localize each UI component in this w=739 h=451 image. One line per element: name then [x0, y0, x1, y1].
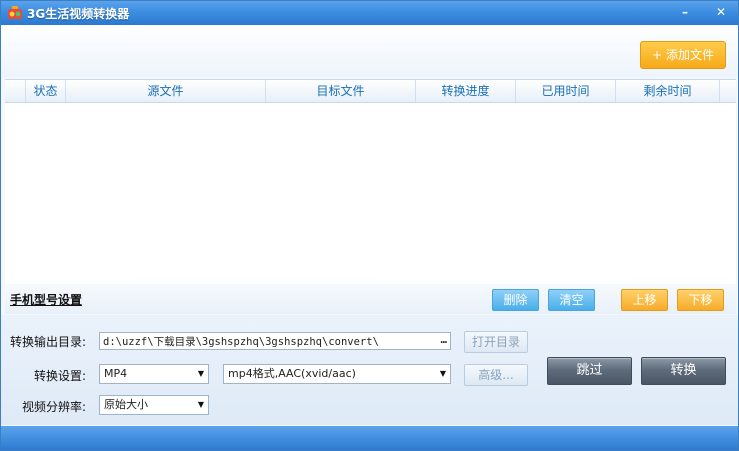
format-select[interactable]: MP4 ▼ — [99, 364, 209, 384]
header-end — [719, 80, 736, 102]
codec-value: mp4格式,AAC(xvid/aac) — [228, 367, 356, 380]
output-dir-field[interactable]: d:\uzzf\下载目录\3gshspzhq\3gshspzhq\convert… — [99, 332, 451, 350]
codec-select[interactable]: mp4格式,AAC(xvid/aac) ▼ — [223, 364, 451, 384]
browse-icon[interactable]: … — [441, 333, 447, 349]
add-file-label: 添加文件 — [665, 48, 714, 62]
output-dir-label: 转换输出目录: — [10, 335, 87, 349]
app-logo-icon — [8, 6, 22, 19]
minimize-button[interactable]: – — [676, 4, 694, 20]
table-body[interactable] — [5, 103, 736, 283]
chevron-down-icon: ▼ — [439, 369, 446, 378]
convert-button[interactable]: 转换 — [641, 357, 726, 385]
device-model-settings-link[interactable]: 手机型号设置 — [10, 291, 82, 308]
clear-button[interactable]: 清空 — [548, 289, 595, 311]
close-button[interactable]: ✕ — [712, 4, 730, 20]
column-remaining-time[interactable]: 剩余时间 — [615, 80, 719, 102]
resolution-value: 原始大小 — [104, 398, 148, 411]
delete-button[interactable]: 删除 — [492, 289, 539, 311]
column-elapsed-time[interactable]: 已用时间 — [515, 80, 615, 102]
resolution-label: 视频分辨率: — [22, 400, 87, 414]
advanced-button[interactable]: 高级... — [464, 364, 528, 386]
plus-icon: + — [652, 48, 663, 62]
chevron-down-icon: ▼ — [197, 400, 204, 409]
status-bar — [1, 426, 738, 450]
column-target-file[interactable]: 目标文件 — [265, 80, 415, 102]
open-dir-button[interactable]: 打开目录 — [464, 331, 528, 353]
window-title: 3G生活视频转换器 — [27, 7, 130, 21]
toolbar: + 添加文件 — [1, 25, 738, 77]
resolution-select[interactable]: 原始大小 ▼ — [99, 395, 209, 415]
header-spacer — [5, 80, 25, 102]
title-bar[interactable]: 3G生活视频转换器 – ✕ — [1, 1, 738, 25]
move-up-button[interactable]: 上移 — [621, 289, 668, 311]
convert-settings-label: 转换设置: — [34, 369, 87, 383]
settings-panel: 转换输出目录: d:\uzzf\下载目录\3gshspzhq\3gshspzhq… — [1, 315, 738, 425]
move-down-button[interactable]: 下移 — [677, 289, 724, 311]
column-status[interactable]: 状态 — [25, 80, 65, 102]
column-progress[interactable]: 转换进度 — [415, 80, 515, 102]
format-value: MP4 — [104, 367, 128, 380]
chevron-down-icon: ▼ — [197, 369, 204, 378]
column-source-file[interactable]: 源文件 — [65, 80, 265, 102]
file-table: 状态 源文件 目标文件 转换进度 已用时间 剩余时间 — [5, 79, 736, 285]
skip-button[interactable]: 跳过 — [547, 357, 632, 385]
app-window: 3G生活视频转换器 – ✕ + 添加文件 状态 源文件 目标文件 转换进度 已用… — [0, 0, 739, 451]
table-header: 状态 源文件 目标文件 转换进度 已用时间 剩余时间 — [5, 80, 736, 103]
add-file-button[interactable]: + 添加文件 — [640, 41, 726, 69]
output-dir-value: d:\uzzf\下载目录\3gshspzhq\3gshspzhq\convert… — [103, 336, 379, 348]
device-settings-row: 手机型号设置 删除 清空 上移 下移 — [5, 284, 736, 314]
